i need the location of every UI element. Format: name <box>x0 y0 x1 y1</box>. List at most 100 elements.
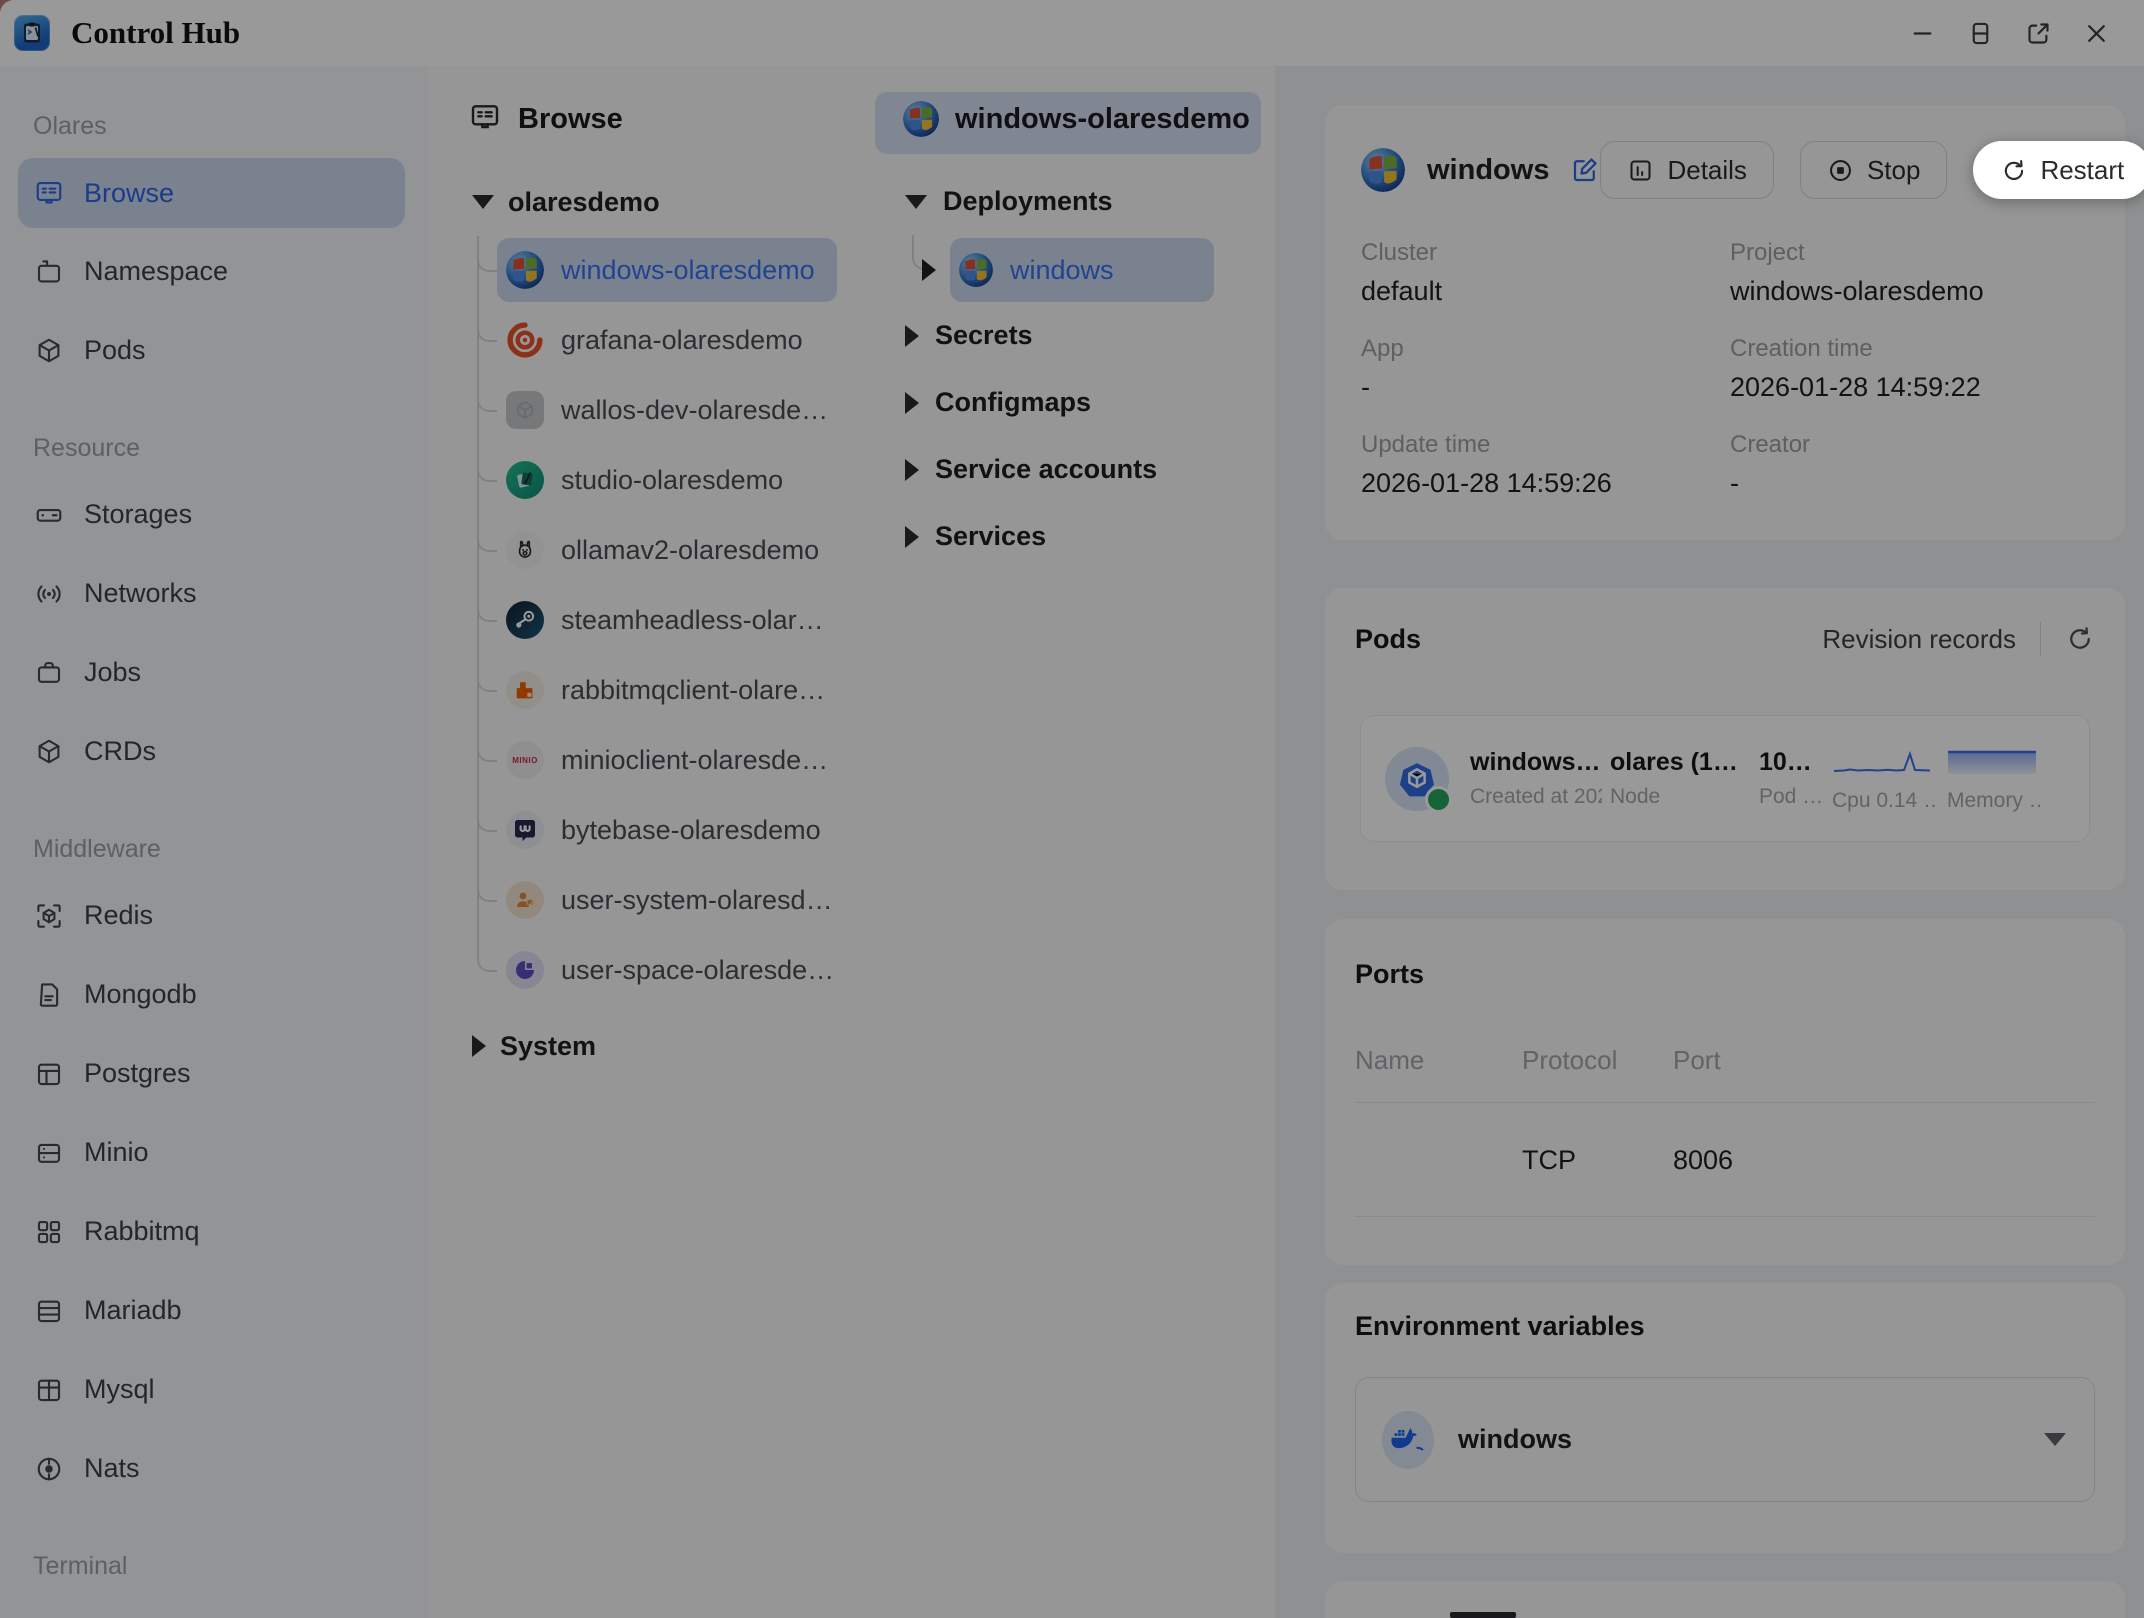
pod-icon <box>1385 747 1449 811</box>
sidebar-item-mariadb[interactable]: Mariadb <box>0 1271 427 1350</box>
close-icon[interactable] <box>2083 20 2110 47</box>
revision-records-link[interactable]: Revision records <box>1822 624 2016 655</box>
studio-icon <box>506 461 544 499</box>
chevron-collapsed-icon <box>472 1035 486 1057</box>
pod-row[interactable]: windows… Created at 202 olares (1… Node … <box>1360 715 2090 842</box>
tree-item-user-space[interactable]: user-space-olaresde… <box>497 935 856 1005</box>
table-icon <box>33 1058 65 1090</box>
tree-item-minioclient[interactable]: MINIOminioclient-olaresde… <box>497 725 850 795</box>
user-space-icon <box>506 951 544 989</box>
sidebar-item-redis[interactable]: Redis <box>0 876 427 955</box>
sidebar-item-jobs[interactable]: Jobs <box>0 633 427 712</box>
sidebar-item-browse[interactable]: Browse <box>18 158 405 228</box>
detail-panel: windows Details Stop Restart <box>1275 66 2144 1618</box>
env-container-row[interactable]: windows <box>1355 1377 2095 1502</box>
tree-item-studio[interactable]: studio-olaresdemo <box>497 445 805 515</box>
cube-icon <box>33 335 65 367</box>
sidebar-item-postgres[interactable]: Postgres <box>0 1034 427 1113</box>
sidebar-item-label: Mongodb <box>84 979 197 1010</box>
sidebar-item-label: Nats <box>84 1453 140 1484</box>
tree-root-label: olaresdemo <box>508 187 660 218</box>
sidebar-item-olares-terminal[interactable]: Olares <box>0 1593 427 1618</box>
section-label: Resource <box>0 390 427 475</box>
pods-title: Pods <box>1355 624 1421 655</box>
sidebar-item-label: Networks <box>84 578 197 609</box>
section-label: Olares <box>0 66 427 153</box>
partial-text <box>1450 1612 1516 1618</box>
open-in-new-icon[interactable] <box>2025 20 2052 47</box>
chevron-collapsed-icon <box>905 392 919 414</box>
info-field: Update time 2026-01-28 14:59:26 <box>1361 431 1730 499</box>
tree-root-olaresdemo[interactable]: olaresdemo <box>427 167 860 237</box>
app-title: Control Hub <box>71 15 240 51</box>
minio-icon: MINIO <box>506 741 544 779</box>
maximize-icon[interactable] <box>1967 20 1994 47</box>
rows-icon <box>33 1295 65 1327</box>
tree-guide-line <box>477 236 479 961</box>
bytebase-icon <box>506 811 544 849</box>
tree-item-grafana-olaresdemo[interactable]: grafana-olaresdemo <box>497 305 825 375</box>
sidebar-item-mongodb[interactable]: Mongodb <box>0 955 427 1034</box>
cpu-sparkline-chart <box>1832 745 1932 781</box>
namespace-icon <box>33 256 65 288</box>
tree-item-user-system[interactable]: user-system-olaresd… <box>497 865 855 935</box>
tree-item-windows-olaresdemo[interactable]: windows-olaresdemo <box>497 235 837 305</box>
project-panel: windows-olaresdemo Deployments windows S… <box>860 66 1276 1618</box>
tree-group-configmaps[interactable]: Configmaps <box>860 369 1275 436</box>
tree-item-steamheadless[interactable]: steamheadless-olar… <box>497 585 846 655</box>
details-icon <box>1627 157 1654 184</box>
restart-button[interactable]: Restart <box>1973 141 2144 199</box>
tree-group-services[interactable]: Services <box>860 503 1275 570</box>
pods-card: Pods Revision records windows… Created a… <box>1325 588 2125 890</box>
refresh-icon[interactable] <box>2065 624 2095 654</box>
edit-icon[interactable] <box>1570 155 1600 185</box>
user-system-icon <box>506 881 544 919</box>
tree-root-label: System <box>500 1031 596 1062</box>
pod-memory-col: Memory … <box>1947 745 2042 813</box>
sidebar-item-networks[interactable]: Networks <box>0 554 427 633</box>
browse-icon <box>33 177 65 209</box>
stop-icon <box>1827 157 1854 184</box>
tree-group-deployments[interactable]: Deployments <box>860 168 1275 235</box>
chevron-expanded-icon <box>472 195 494 209</box>
pod-cpu-col: Cpu 0.14 … <box>1832 745 1935 813</box>
cube-icon <box>33 736 65 768</box>
env-card: Environment variables windows <box>1325 1283 2125 1553</box>
details-button[interactable]: Details <box>1600 141 1773 199</box>
stop-button[interactable]: Stop <box>1800 141 1948 199</box>
section-label: Terminal <box>0 1508 427 1593</box>
chevron-down-icon <box>2044 1433 2066 1446</box>
info-field: App - <box>1361 335 1730 403</box>
sidebar-item-rabbitmq[interactable]: Rabbitmq <box>0 1192 427 1271</box>
sidebar-item-crds[interactable]: CRDs <box>0 712 427 791</box>
tree-item-rabbitmqclient[interactable]: rabbitmqclient-olare… <box>497 655 847 725</box>
sidebar-item-pods[interactable]: Pods <box>0 311 427 390</box>
tree-item-ollamav2[interactable]: ollamav2-olaresdemo <box>497 515 841 585</box>
tree-item-wallos-dev[interactable]: wallos-dev-olaresde… <box>497 375 850 445</box>
wallos-icon <box>506 391 544 429</box>
sidebar-item-storages[interactable]: Storages <box>0 475 427 554</box>
drive-icon <box>33 1137 65 1169</box>
tree-group-service-accounts[interactable]: Service accounts <box>860 436 1275 503</box>
tree-root-system[interactable]: System <box>427 1011 860 1081</box>
sidebar-item-nats[interactable]: Nats <box>0 1429 427 1508</box>
chevron-collapsed-icon <box>905 459 919 481</box>
sidebar-item-label: Mysql <box>84 1374 155 1405</box>
env-container-name: windows <box>1458 1424 1572 1455</box>
docker-icon <box>1382 1411 1434 1469</box>
grafana-icon <box>506 321 544 359</box>
minimize-icon[interactable] <box>1909 20 1936 47</box>
next-card-partial <box>1325 1581 2125 1618</box>
tree-item-windows-deployment[interactable]: windows <box>922 235 1214 305</box>
tree-item-bytebase[interactable]: bytebase-olaresdemo <box>497 795 843 865</box>
status-dot <box>1425 786 1452 813</box>
sidebar-item-label: CRDs <box>84 736 156 767</box>
tree-group-secrets[interactable]: Secrets <box>860 302 1275 369</box>
pod-ip-col: 10… Pod … <box>1759 748 1823 809</box>
document-icon <box>33 979 65 1011</box>
app-summary-card: windows Details Stop Restart <box>1325 105 2125 540</box>
sidebar-item-namespace[interactable]: Namespace <box>0 232 427 311</box>
briefcase-icon <box>33 657 65 689</box>
sidebar-item-mysql[interactable]: Mysql <box>0 1350 427 1429</box>
sidebar-item-minio[interactable]: Minio <box>0 1113 427 1192</box>
